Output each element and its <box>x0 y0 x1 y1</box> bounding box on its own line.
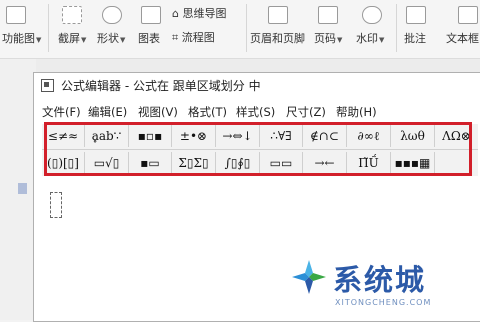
header-footer-icon <box>268 6 288 24</box>
watermark-icon <box>362 6 382 24</box>
toolbar-highlight-box <box>44 122 472 176</box>
page-number-button[interactable]: 页码▼ <box>314 30 342 46</box>
menu-file[interactable]: 文件(F) <box>42 104 81 120</box>
mind-map-button[interactable]: ⌂ 思维导图 <box>172 5 226 21</box>
menu-style[interactable]: 样式(S) <box>236 104 275 120</box>
watermark-button[interactable]: 水印▼ <box>356 30 384 46</box>
chart-icon <box>141 6 161 24</box>
equation-input-slot[interactable] <box>50 192 62 218</box>
title-bar: 公式编辑器 - 公式在 跟单区域划分 中 <box>34 73 480 97</box>
xitongcheng-logo-icon <box>292 260 326 294</box>
shapes-icon <box>102 6 122 24</box>
document-icon <box>18 183 27 194</box>
menu-bar: 文件(F) 编辑(E) 视图(V) 格式(T) 样式(S) 尺寸(Z) 帮助(H… <box>34 100 480 120</box>
function-diagram-button[interactable]: 功能图▼ <box>2 30 41 46</box>
watermark-url: XITONGCHENG.COM <box>335 298 432 307</box>
screenshot-button[interactable]: 截屏▼ <box>58 30 86 46</box>
header-footer-button[interactable]: 页眉和页脚 <box>250 30 305 46</box>
ribbon-toolbar: 功能图▼ 截屏▼ 形状▼ 图表 ⌂ 思维导图 ⌗ 流程图 页眉和页脚 页码▼ 水… <box>0 0 480 59</box>
menu-help[interactable]: 帮助(H) <box>336 104 377 120</box>
screenshot-icon <box>62 6 82 24</box>
comment-icon <box>406 6 426 24</box>
chart-button[interactable]: 图表 <box>138 30 160 46</box>
function-diagram-icon <box>6 6 26 24</box>
window-title: 公式编辑器 - 公式在 跟单区域划分 中 <box>61 79 261 93</box>
text-box-icon <box>458 6 478 24</box>
flowchart-button[interactable]: ⌗ 流程图 <box>172 29 215 45</box>
text-box-button[interactable]: 文本框 <box>446 30 479 46</box>
page-number-icon <box>318 6 338 24</box>
menu-view[interactable]: 视图(V) <box>138 104 178 120</box>
menu-size[interactable]: 尺寸(Z) <box>286 104 326 120</box>
shapes-button[interactable]: 形状▼ <box>97 30 125 46</box>
mind-map-icon: ⌂ <box>172 7 179 20</box>
flowchart-icon: ⌗ <box>172 31 179 44</box>
app-icon <box>41 79 54 92</box>
menu-edit[interactable]: 编辑(E) <box>88 104 127 120</box>
comment-button[interactable]: 批注 <box>404 30 426 46</box>
menu-format[interactable]: 格式(T) <box>188 104 227 120</box>
watermark-text: 系统城 <box>333 263 427 297</box>
